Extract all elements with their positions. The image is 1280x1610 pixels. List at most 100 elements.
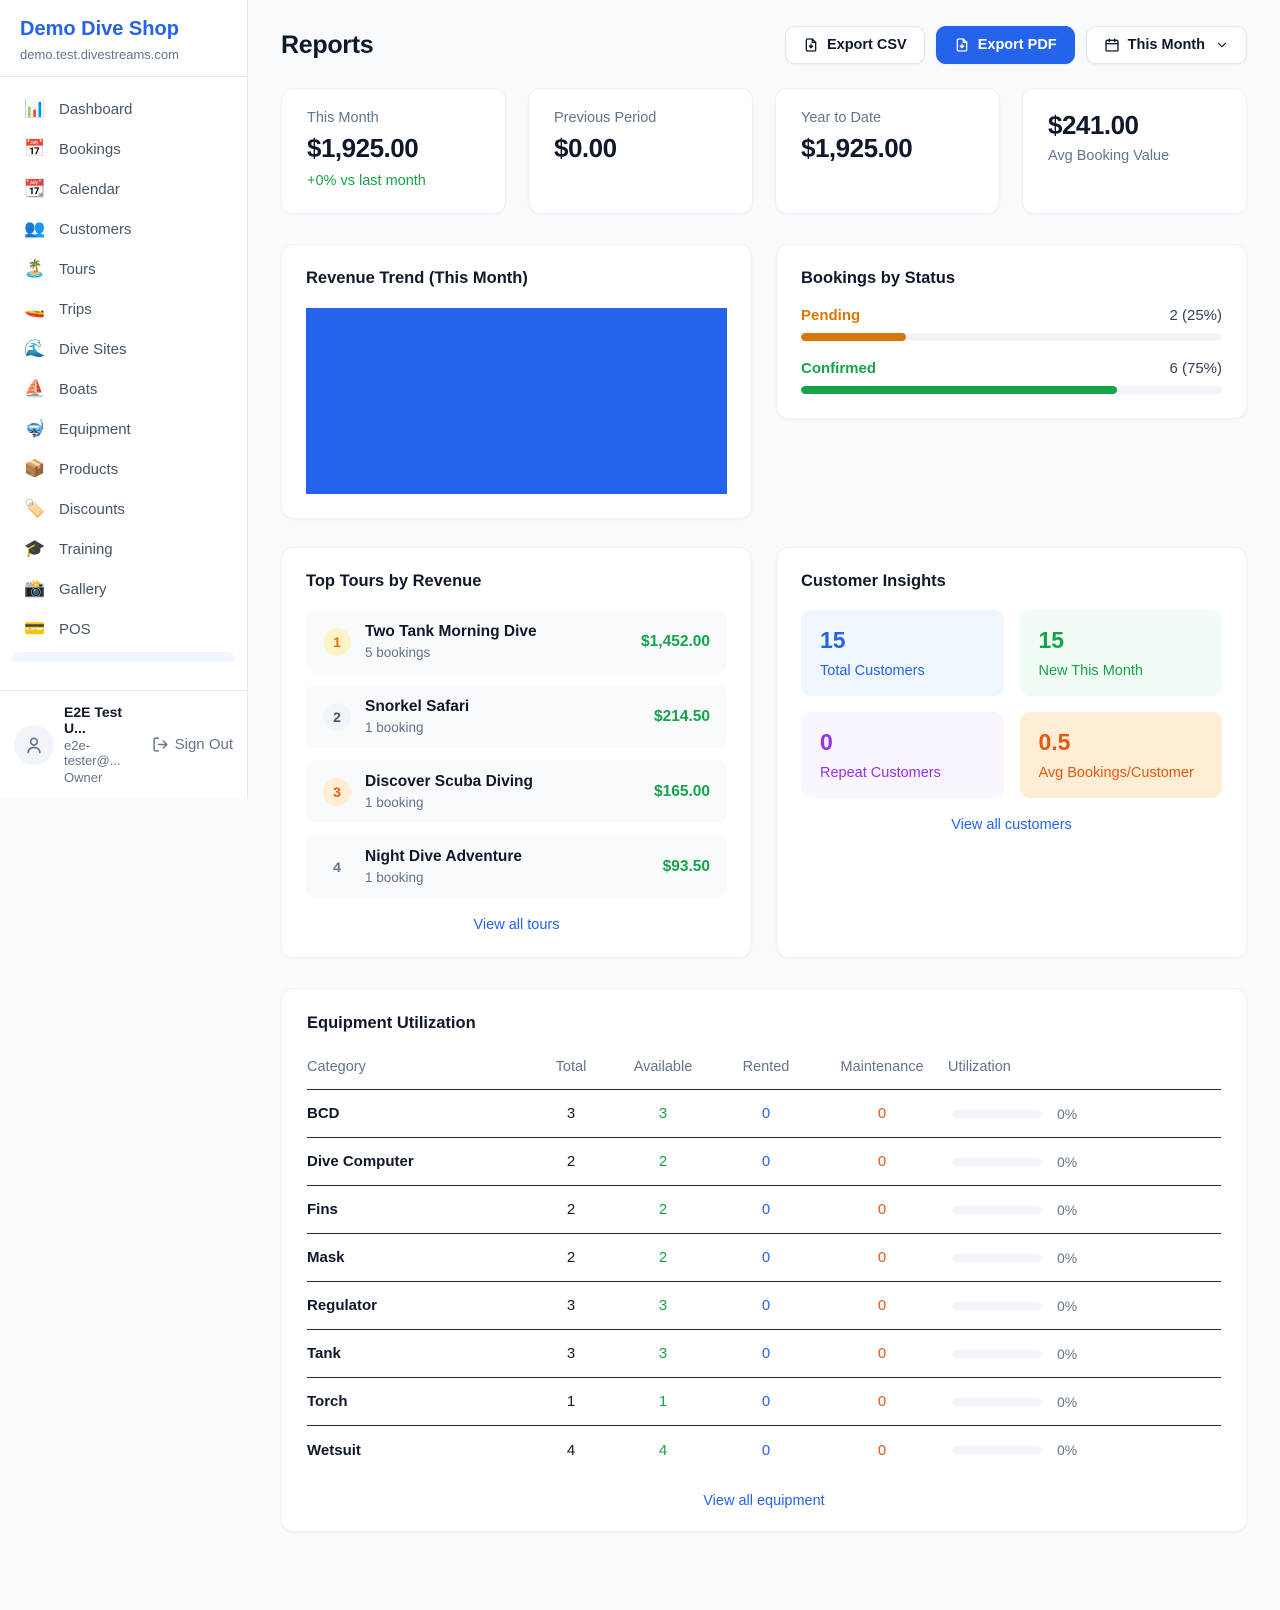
- tour-name: Night Dive Adventure: [365, 848, 522, 866]
- col-total: Total: [532, 1059, 610, 1075]
- cell-rented: 0: [716, 1442, 816, 1459]
- tour-row: 1 Two Tank Morning Dive 5 bookings $1,45…: [306, 610, 727, 673]
- calendar-icon: 📆: [24, 179, 46, 199]
- utilization-bar: [952, 1158, 1042, 1166]
- utilization-percent: 0%: [1057, 1346, 1077, 1362]
- cell-utilization: 0%: [948, 1154, 1221, 1170]
- sidebar-item-dashboard[interactable]: 📊 Dashboard: [12, 89, 235, 129]
- col-utilization: Utilization: [948, 1059, 1221, 1075]
- sidebar-item-pos[interactable]: 💳 POS: [12, 609, 235, 649]
- graduation-cap-icon: 🎓: [24, 539, 46, 559]
- sidebar-item-bookings[interactable]: 📅 Bookings: [12, 129, 235, 169]
- cell-total: 2: [532, 1201, 610, 1218]
- customers-icon: 👥: [24, 219, 46, 239]
- cell-category: Regulator: [307, 1297, 532, 1314]
- sidebar-item-discounts[interactable]: 🏷️ Discounts: [12, 489, 235, 529]
- table-row: Regulator 3 3 0 0 0%: [307, 1282, 1221, 1330]
- cell-maintenance: 0: [816, 1249, 948, 1266]
- credit-card-icon: 💳: [24, 619, 46, 639]
- sidebar-item-boats[interactable]: ⛵ Boats: [12, 369, 235, 409]
- view-all-equipment-link[interactable]: View all equipment: [307, 1493, 1221, 1509]
- tour-bookings: 5 bookings: [365, 645, 537, 660]
- cell-total: 4: [532, 1442, 610, 1459]
- stat-card-avg-booking-value: $241.00 Avg Booking Value: [1022, 88, 1247, 214]
- equipment-utilization-card: Equipment Utilization Category Total Ava…: [281, 988, 1247, 1532]
- cell-rented: 0: [716, 1297, 816, 1314]
- stat-label: This Month: [307, 110, 480, 126]
- insight-label: New This Month: [1039, 663, 1204, 679]
- sidebar-item-gallery[interactable]: 📸 Gallery: [12, 569, 235, 609]
- status-label: Confirmed: [801, 360, 876, 377]
- sidebar-item-customers[interactable]: 👥 Customers: [12, 209, 235, 249]
- utilization-bar: [952, 1206, 1042, 1214]
- period-select-value: This Month: [1128, 37, 1205, 53]
- cell-maintenance: 0: [816, 1345, 948, 1362]
- tour-bookings: 1 booking: [365, 720, 469, 735]
- insight-value: 0: [820, 729, 985, 756]
- tour-name: Snorkel Safari: [365, 698, 469, 716]
- stat-value: $0.00: [554, 133, 727, 164]
- insight-tile-total-customers: 15 Total Customers: [801, 610, 1004, 696]
- sidebar-item-label: Tours: [59, 261, 96, 278]
- utilization-bar: [952, 1398, 1042, 1406]
- tour-bookings: 1 booking: [365, 870, 522, 885]
- sidebar-item-calendar[interactable]: 📆 Calendar: [12, 169, 235, 209]
- cell-utilization: 0%: [948, 1346, 1221, 1362]
- insight-value: 15: [820, 627, 985, 654]
- file-download-icon: [954, 37, 970, 53]
- insights-grid: 15 Total Customers 15 New This Month 0 R…: [801, 610, 1222, 798]
- cell-maintenance: 0: [816, 1105, 948, 1122]
- revenue-trend-card: Revenue Trend (This Month): [281, 244, 752, 519]
- cell-rented: 0: [716, 1201, 816, 1218]
- sidebar-item-dive-sites[interactable]: 🌊 Dive Sites: [12, 329, 235, 369]
- cell-available: 3: [610, 1297, 716, 1314]
- brand-name: Demo Dive Shop: [20, 18, 227, 41]
- cell-maintenance: 0: [816, 1442, 948, 1459]
- table-row: Dive Computer 2 2 0 0 0%: [307, 1138, 1221, 1186]
- utilization-bar: [952, 1350, 1042, 1358]
- export-csv-label: Export CSV: [827, 37, 907, 53]
- sidebar-item-tours[interactable]: 🏝️ Tours: [12, 249, 235, 289]
- export-csv-button[interactable]: Export CSV: [785, 26, 925, 64]
- bookings-calendar-icon: 📅: [24, 139, 46, 159]
- export-pdf-label: Export PDF: [978, 37, 1057, 53]
- tour-row: 2 Snorkel Safari 1 booking $214.50: [306, 685, 727, 748]
- view-all-customers-link[interactable]: View all customers: [801, 817, 1222, 833]
- file-download-icon: [803, 37, 819, 53]
- user-email: e2e-tester@...: [64, 738, 142, 768]
- insight-tile-new-this-month: 15 New This Month: [1020, 610, 1223, 696]
- export-pdf-button[interactable]: Export PDF: [936, 26, 1075, 64]
- avatar: [14, 725, 54, 765]
- period-select[interactable]: This Month: [1086, 26, 1247, 64]
- sidebar-item-equipment[interactable]: 🤿 Equipment: [12, 409, 235, 449]
- package-icon: 📦: [24, 459, 46, 479]
- table-row: Fins 2 2 0 0 0%: [307, 1186, 1221, 1234]
- cell-category: BCD: [307, 1105, 532, 1122]
- sidebar-item-reports-partial[interactable]: [12, 652, 235, 662]
- status-label: Pending: [801, 307, 860, 324]
- table-row: Wetsuit 4 4 0 0 0%: [307, 1426, 1221, 1474]
- sidebar-item-products[interactable]: 📦 Products: [12, 449, 235, 489]
- rank-badge: 4: [323, 853, 351, 881]
- stat-label: Previous Period: [554, 110, 727, 126]
- tour-amount: $93.50: [663, 858, 710, 876]
- sidebar-item-label: Training: [59, 541, 113, 558]
- status-bar-track: [801, 386, 1222, 394]
- cell-available: 1: [610, 1393, 716, 1410]
- cell-total: 2: [532, 1153, 610, 1170]
- status-bar-fill: [801, 386, 1117, 394]
- sailboat-icon: ⛵: [24, 379, 46, 399]
- tour-amount: $1,452.00: [641, 633, 710, 651]
- person-icon: [24, 735, 44, 755]
- tour-bookings: 1 booking: [365, 795, 533, 810]
- cell-category: Tank: [307, 1345, 532, 1362]
- bookings-by-status-title: Bookings by Status: [801, 269, 1222, 288]
- cell-utilization: 0%: [948, 1442, 1221, 1458]
- sign-out-button[interactable]: Sign Out: [152, 736, 233, 753]
- cell-rented: 0: [716, 1249, 816, 1266]
- rank-badge: 1: [323, 628, 351, 656]
- bookings-by-status-card: Bookings by Status Pending 2 (25%) Confi…: [776, 244, 1247, 419]
- sidebar-item-training[interactable]: 🎓 Training: [12, 529, 235, 569]
- view-all-tours-link[interactable]: View all tours: [306, 917, 727, 933]
- sidebar-item-trips[interactable]: 🚤 Trips: [12, 289, 235, 329]
